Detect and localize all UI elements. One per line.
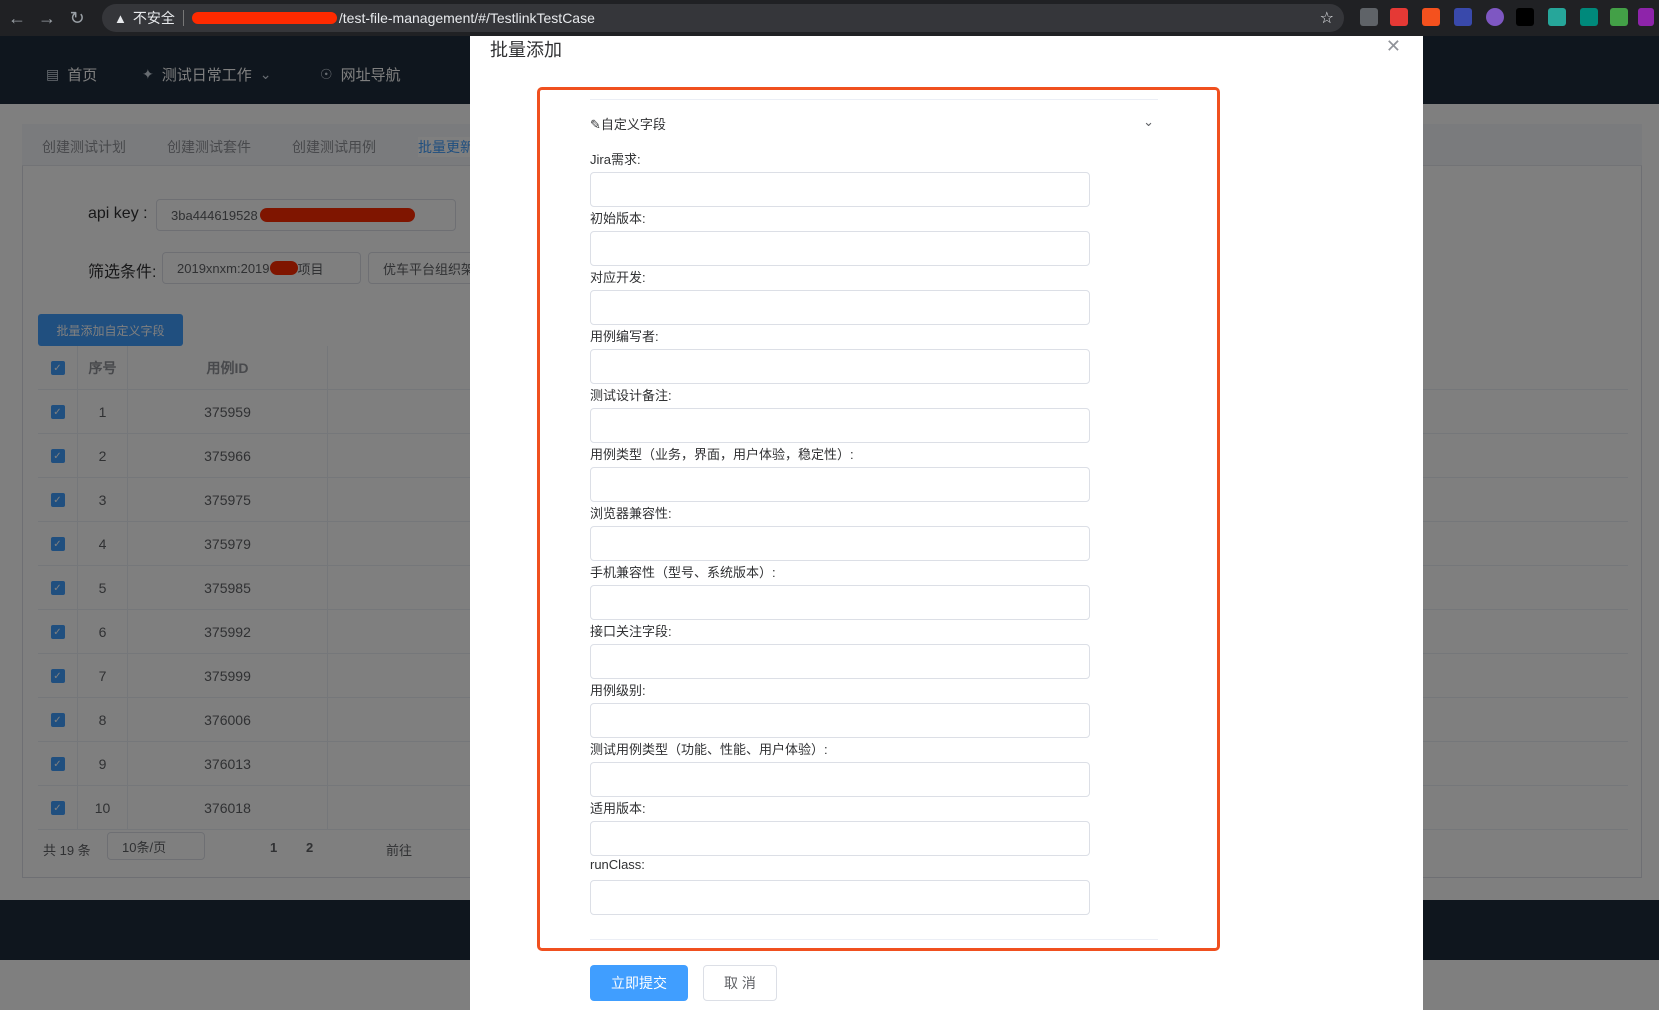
field-input[interactable] <box>590 172 1090 207</box>
field-label: 用例级别: <box>590 683 646 698</box>
field-input[interactable] <box>590 349 1090 384</box>
browser-chrome: ← → ↻ ▲ 不安全 /test-file-management/#/Test… <box>0 0 1659 36</box>
field-input[interactable] <box>590 644 1090 679</box>
chevron-down-icon: ⌄ <box>1143 114 1154 129</box>
extension-icon[interactable] <box>1638 8 1654 26</box>
field-input[interactable] <box>590 703 1090 738</box>
extension-icon[interactable] <box>1360 8 1378 26</box>
back-icon[interactable]: ← <box>4 5 30 31</box>
divider <box>590 939 1158 940</box>
bookmark-star-icon[interactable]: ☆ <box>1320 8 1334 28</box>
field-input[interactable] <box>590 585 1090 620</box>
extension-icon[interactable] <box>1548 8 1566 26</box>
reload-icon[interactable]: ↻ <box>64 5 90 31</box>
field-label: 适用版本: <box>590 801 646 816</box>
field-label: runClass: <box>590 857 645 872</box>
field-label: 用例类型（业务，界面，用户体验，稳定性）: <box>590 447 854 462</box>
field-label: 浏览器兼容性: <box>590 506 672 521</box>
batch-add-dialog: 批量添加 ✕ ✎自定义字段 ⌄ Jira需求: 初始版本: 对应开发: 用例编写者: 测… <box>470 36 1423 1010</box>
submit-button[interactable]: 立即提交 <box>590 965 688 1001</box>
field-input[interactable] <box>590 231 1090 266</box>
field-label: 初始版本: <box>590 211 646 226</box>
field-input[interactable] <box>590 290 1090 325</box>
field-input[interactable] <box>590 526 1090 561</box>
field-input[interactable] <box>590 762 1090 797</box>
field-input[interactable] <box>590 408 1090 443</box>
url-text: /test-file-management/#/TestlinkTestCase <box>338 10 595 26</box>
security-label: 不安全 <box>132 10 175 26</box>
extension-icon[interactable] <box>1422 8 1440 26</box>
collapse-header[interactable]: ✎自定义字段 ⌄ <box>590 114 1158 133</box>
extension-icon[interactable] <box>1580 8 1598 26</box>
forward-icon[interactable]: → <box>34 5 60 31</box>
field-label: Jira需求: <box>590 152 641 167</box>
close-icon[interactable]: ✕ <box>1386 36 1401 57</box>
divider <box>182 10 184 26</box>
extension-icon[interactable] <box>1610 8 1628 26</box>
extension-icon[interactable] <box>1516 8 1534 26</box>
extension-icon[interactable] <box>1454 8 1472 26</box>
divider <box>590 99 1158 100</box>
field-label: 接口关注字段: <box>590 624 672 639</box>
field-label: 对应开发: <box>590 270 646 285</box>
warning-icon: ▲ <box>114 10 127 26</box>
cancel-button[interactable]: 取 消 <box>703 965 777 1001</box>
field-label: 手机兼容性（型号、系统版本）: <box>590 565 776 580</box>
extension-icon[interactable] <box>1390 8 1408 26</box>
section-title: 自定义字段 <box>600 117 666 132</box>
field-label: 测试设计备注: <box>590 388 672 403</box>
field-label: 用例编写者: <box>590 329 659 344</box>
field-input[interactable] <box>590 467 1090 502</box>
extension-icon[interactable] <box>1486 8 1504 26</box>
address-bar[interactable]: ▲ 不安全 /test-file-management/#/TestlinkTe… <box>102 4 1344 32</box>
field-input[interactable] <box>590 880 1090 915</box>
redacted-host <box>191 12 337 24</box>
edit-icon: ✎ <box>590 117 601 132</box>
field-label: 测试用例类型（功能、性能、用户体验）: <box>590 742 828 757</box>
field-input[interactable] <box>590 821 1090 856</box>
dialog-title: 批量添加 <box>490 40 562 60</box>
